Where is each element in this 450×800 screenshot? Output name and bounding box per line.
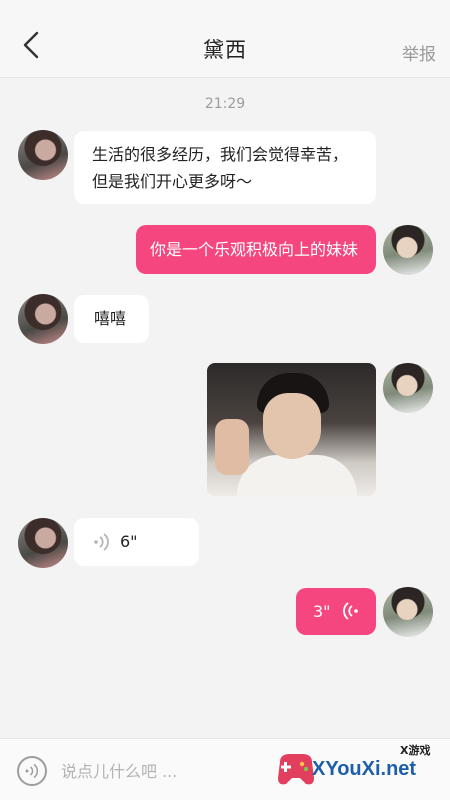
avatar[interactable] (383, 363, 433, 413)
watermark-text: XYouXi.net (312, 758, 417, 780)
avatar[interactable] (18, 294, 68, 344)
avatar[interactable] (383, 587, 433, 637)
voice-wave-icon (343, 602, 358, 620)
message-text: 但是我们开心更多呀～ (92, 172, 253, 191)
watermark-small-text: X游戏 (400, 744, 431, 757)
message-image[interactable] (207, 363, 376, 496)
photo-face (263, 393, 321, 459)
voice-message-sent[interactable]: 3" (296, 588, 376, 635)
voice-toggle-button[interactable] (17, 756, 47, 786)
voice-message-received[interactable]: 6" (74, 518, 199, 566)
chat-header: 黛西 举报 (0, 0, 450, 78)
photo-shirt (237, 455, 357, 496)
message-text: 你是一个乐观积极向上的妹妹 (150, 240, 359, 259)
message-text: 生活的很多经历，我们会觉得幸苦， (92, 145, 349, 164)
avatar[interactable] (18, 518, 68, 568)
message-bubble-received[interactable]: 嘻嘻 (74, 295, 149, 343)
message-input[interactable] (61, 759, 261, 783)
voice-duration: 3" (313, 602, 331, 621)
report-button[interactable]: 举报 (402, 40, 436, 65)
page-title: 黛西 (203, 38, 247, 62)
voice-wave-icon (25, 763, 39, 779)
photo-hand (215, 419, 249, 475)
avatar[interactable] (383, 225, 433, 275)
message-timestamp: 21:29 (204, 96, 246, 112)
voice-duration: 6" (120, 532, 138, 551)
voice-wave-icon (94, 533, 109, 551)
message-bubble-sent[interactable]: 你是一个乐观积极向上的妹妹 (136, 225, 376, 274)
message-bubble-received[interactable]: 生活的很多经历，我们会觉得幸苦， 但是我们开心更多呀～ (74, 131, 376, 204)
message-text: 嘻嘻 (94, 309, 127, 328)
avatar[interactable] (18, 130, 68, 180)
watermark: X游戏 XYouXi.net (274, 740, 444, 798)
